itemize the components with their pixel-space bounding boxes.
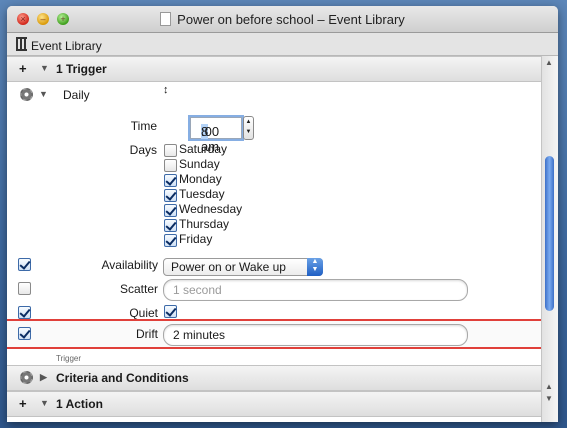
trigger-type-arrows-icon[interactable]: ↕ <box>163 84 169 96</box>
day-label-monday: Monday <box>179 172 222 186</box>
scatter-label: Scatter <box>119 282 158 296</box>
library-icon <box>16 37 27 51</box>
action-section-header[interactable]: + ▼ 1 Action <box>7 391 542 417</box>
day-checkbox-wednesday[interactable] <box>164 204 177 217</box>
day-checkbox-sunday[interactable] <box>164 159 177 172</box>
time-label: Time <box>130 119 157 133</box>
trigger-section-header[interactable]: + ▼ 1 Trigger <box>7 56 542 82</box>
criteria-section-label: Criteria and Conditions <box>56 371 189 385</box>
day-checkbox-thursday[interactable] <box>164 219 177 232</box>
event-library-button[interactable]: Event Library <box>16 37 102 53</box>
time-field[interactable]: 8:00 am <box>190 117 242 154</box>
day-label-tuesday: Tuesday <box>179 187 225 201</box>
toolbar: Event Library <box>7 33 558 56</box>
quiet-enable-checkbox[interactable] <box>18 306 31 319</box>
scatter-enable-checkbox[interactable] <box>18 282 31 295</box>
scroll-thumb[interactable] <box>545 156 554 311</box>
scroll-up-icon[interactable]: ▲ <box>545 382 553 391</box>
event-library-window: × – + Power on before school – Event Lib… <box>7 6 558 422</box>
drift-label: Drift <box>136 327 158 341</box>
disclosure-down-icon[interactable]: ▼ <box>40 63 49 73</box>
trigger-type-popup[interactable]: Daily <box>63 88 90 102</box>
quiet-checkbox[interactable] <box>164 305 177 318</box>
availability-enable-checkbox[interactable] <box>18 258 31 271</box>
day-checkbox-tuesday[interactable] <box>164 189 177 202</box>
window-title: Power on before school – Event Library <box>7 12 558 27</box>
gear-icon[interactable] <box>20 88 33 101</box>
day-label-wednesday: Wednesday <box>179 202 243 216</box>
vertical-scrollbar[interactable]: ▲ ▲ ▼ <box>541 56 558 422</box>
time-stepper[interactable]: ▲ ▼ <box>243 116 254 140</box>
quiet-label: Quiet <box>129 306 158 320</box>
day-label-thursday: Thursday <box>179 217 230 231</box>
editor-content: + ▼ 1 Trigger ▼ Daily ↕ Time 8:00 am ▲ ▼ … <box>7 56 558 422</box>
scatter-field[interactable]: 1 second <box>163 279 468 301</box>
add-action-button[interactable]: + <box>19 396 27 411</box>
day-label-saturday: Saturday <box>179 142 228 156</box>
popup-arrows-icon: ▲ ▼ <box>307 258 323 276</box>
trigger-section-label: 1 Trigger <box>56 62 107 76</box>
day-checkbox-saturday[interactable] <box>164 144 177 157</box>
days-label: Days <box>129 143 157 157</box>
title-bar[interactable]: × – + Power on before school – Event Lib… <box>7 6 558 33</box>
gear-icon[interactable] <box>20 371 33 384</box>
trigger-footer-label: Trigger <box>56 354 82 363</box>
drift-field[interactable]: 2 minutes <box>163 324 468 346</box>
add-trigger-button[interactable]: + <box>19 61 27 76</box>
scroll-up-icon[interactable]: ▲ <box>545 58 553 67</box>
disclosure-right-icon[interactable]: ▶ <box>40 372 47 383</box>
action-section-label: 1 Action <box>56 397 103 411</box>
availability-popup[interactable]: Power on or Wake up ▲ ▼ <box>163 258 323 276</box>
availability-label: Availability <box>101 258 158 272</box>
day-checkbox-friday[interactable] <box>164 234 177 247</box>
document-icon <box>160 12 172 26</box>
day-checkbox-monday[interactable] <box>164 174 177 187</box>
disclosure-down-icon[interactable]: ▼ <box>40 398 49 408</box>
drift-enable-checkbox[interactable] <box>18 327 31 340</box>
day-label-sunday: Sunday <box>179 157 220 171</box>
criteria-section-header[interactable]: ▶ Criteria and Conditions <box>7 365 542 391</box>
day-label-friday: Friday <box>179 232 213 246</box>
scroll-down-icon[interactable]: ▼ <box>545 394 553 403</box>
disclosure-down-icon[interactable]: ▼ <box>39 89 48 99</box>
